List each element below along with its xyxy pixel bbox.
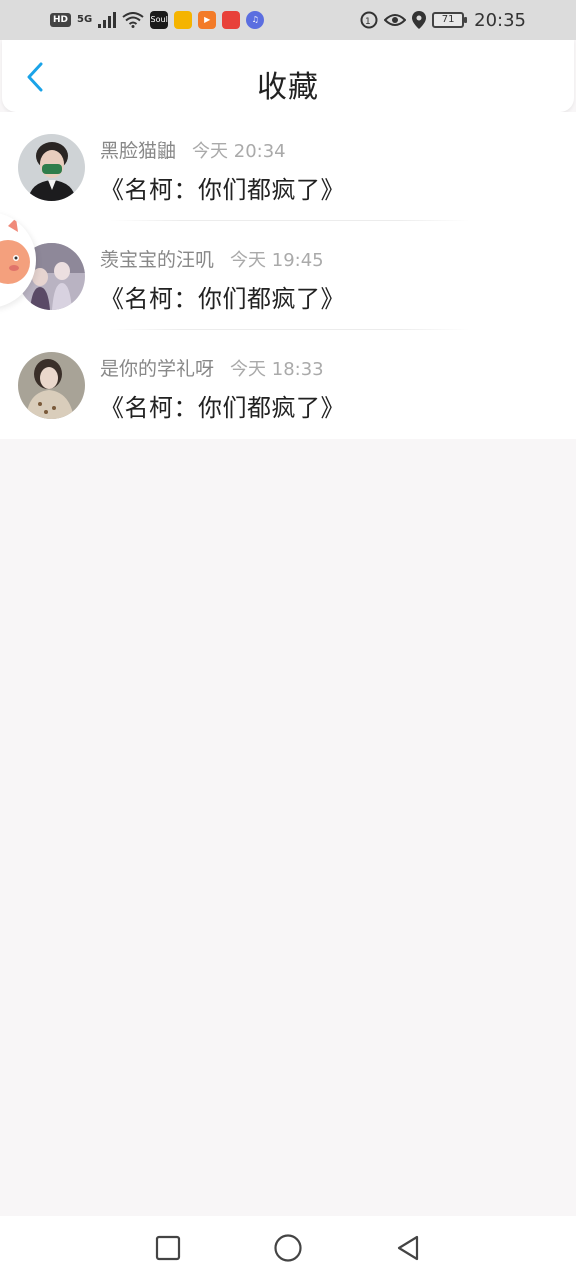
location-icon bbox=[412, 11, 427, 29]
back-nav-button[interactable] bbox=[393, 1233, 423, 1263]
system-nav-bar bbox=[0, 1216, 576, 1280]
triangle-back-icon bbox=[397, 1235, 419, 1261]
network-type: 5G bbox=[77, 14, 93, 25]
status-bar-right: 1 71 20:35 bbox=[360, 10, 526, 31]
battery-icon: 71 bbox=[432, 12, 468, 28]
status-time: 20:35 bbox=[474, 9, 526, 31]
signal-icon bbox=[98, 12, 117, 28]
circle-icon bbox=[274, 1234, 302, 1262]
list-item[interactable]: 黑脸猫鼬 今天 20:34 《名柯：你们都疯了》 bbox=[0, 112, 576, 221]
home-button[interactable] bbox=[273, 1233, 303, 1263]
eye-icon bbox=[384, 14, 407, 26]
avatar[interactable] bbox=[18, 134, 85, 201]
red-app-icon bbox=[222, 11, 241, 29]
status-bar: HD 5G Soul ▶ ♫ 1 71 20:35 bbox=[0, 0, 576, 40]
recent-apps-button[interactable] bbox=[153, 1233, 183, 1263]
square-icon bbox=[155, 1235, 181, 1261]
music-app-icon: ♫ bbox=[246, 11, 265, 29]
author-name[interactable]: 是你的学礼呀 bbox=[100, 354, 214, 381]
data-saver-icon: 1 bbox=[360, 11, 378, 29]
yellow-app-icon bbox=[174, 11, 193, 29]
favorites-list: 黑脸猫鼬 今天 20:34 《名柯：你们都疯了》 羡宝宝的汪叽 今天 19:45… bbox=[0, 112, 576, 439]
item-content[interactable]: 《名柯：你们都疯了》 bbox=[100, 170, 345, 205]
list-item[interactable]: 是你的学礼呀 今天 18:33 《名柯：你们都疯了》 bbox=[0, 330, 576, 439]
svg-text:1: 1 bbox=[365, 17, 371, 27]
item-content[interactable]: 《名柯：你们都疯了》 bbox=[100, 279, 345, 314]
status-bar-left: HD 5G Soul ▶ ♫ bbox=[50, 11, 265, 29]
page-title: 收藏 bbox=[257, 70, 319, 105]
hd-badge: HD bbox=[50, 13, 72, 27]
author-name[interactable]: 黑脸猫鼬 bbox=[100, 136, 176, 163]
avatar[interactable] bbox=[18, 352, 85, 419]
wifi-icon bbox=[122, 12, 144, 28]
item-content[interactable]: 《名柯：你们都疯了》 bbox=[100, 388, 345, 423]
item-meta: 羡宝宝的汪叽 今天 19:45 bbox=[100, 245, 324, 272]
list-item[interactable]: 羡宝宝的汪叽 今天 19:45 《名柯：你们都疯了》 bbox=[0, 221, 576, 330]
soul-app-icon: Soul bbox=[150, 11, 169, 29]
item-time: 今天 19:45 bbox=[230, 250, 324, 271]
header: 收藏 bbox=[2, 40, 574, 112]
item-time: 今天 18:33 bbox=[230, 359, 324, 380]
author-name[interactable]: 羡宝宝的汪叽 bbox=[100, 245, 214, 272]
play-app-icon: ▶ bbox=[198, 11, 217, 29]
item-time: 今天 20:34 bbox=[192, 141, 286, 162]
item-meta: 黑脸猫鼬 今天 20:34 bbox=[100, 136, 286, 163]
item-meta: 是你的学礼呀 今天 18:33 bbox=[100, 354, 324, 381]
